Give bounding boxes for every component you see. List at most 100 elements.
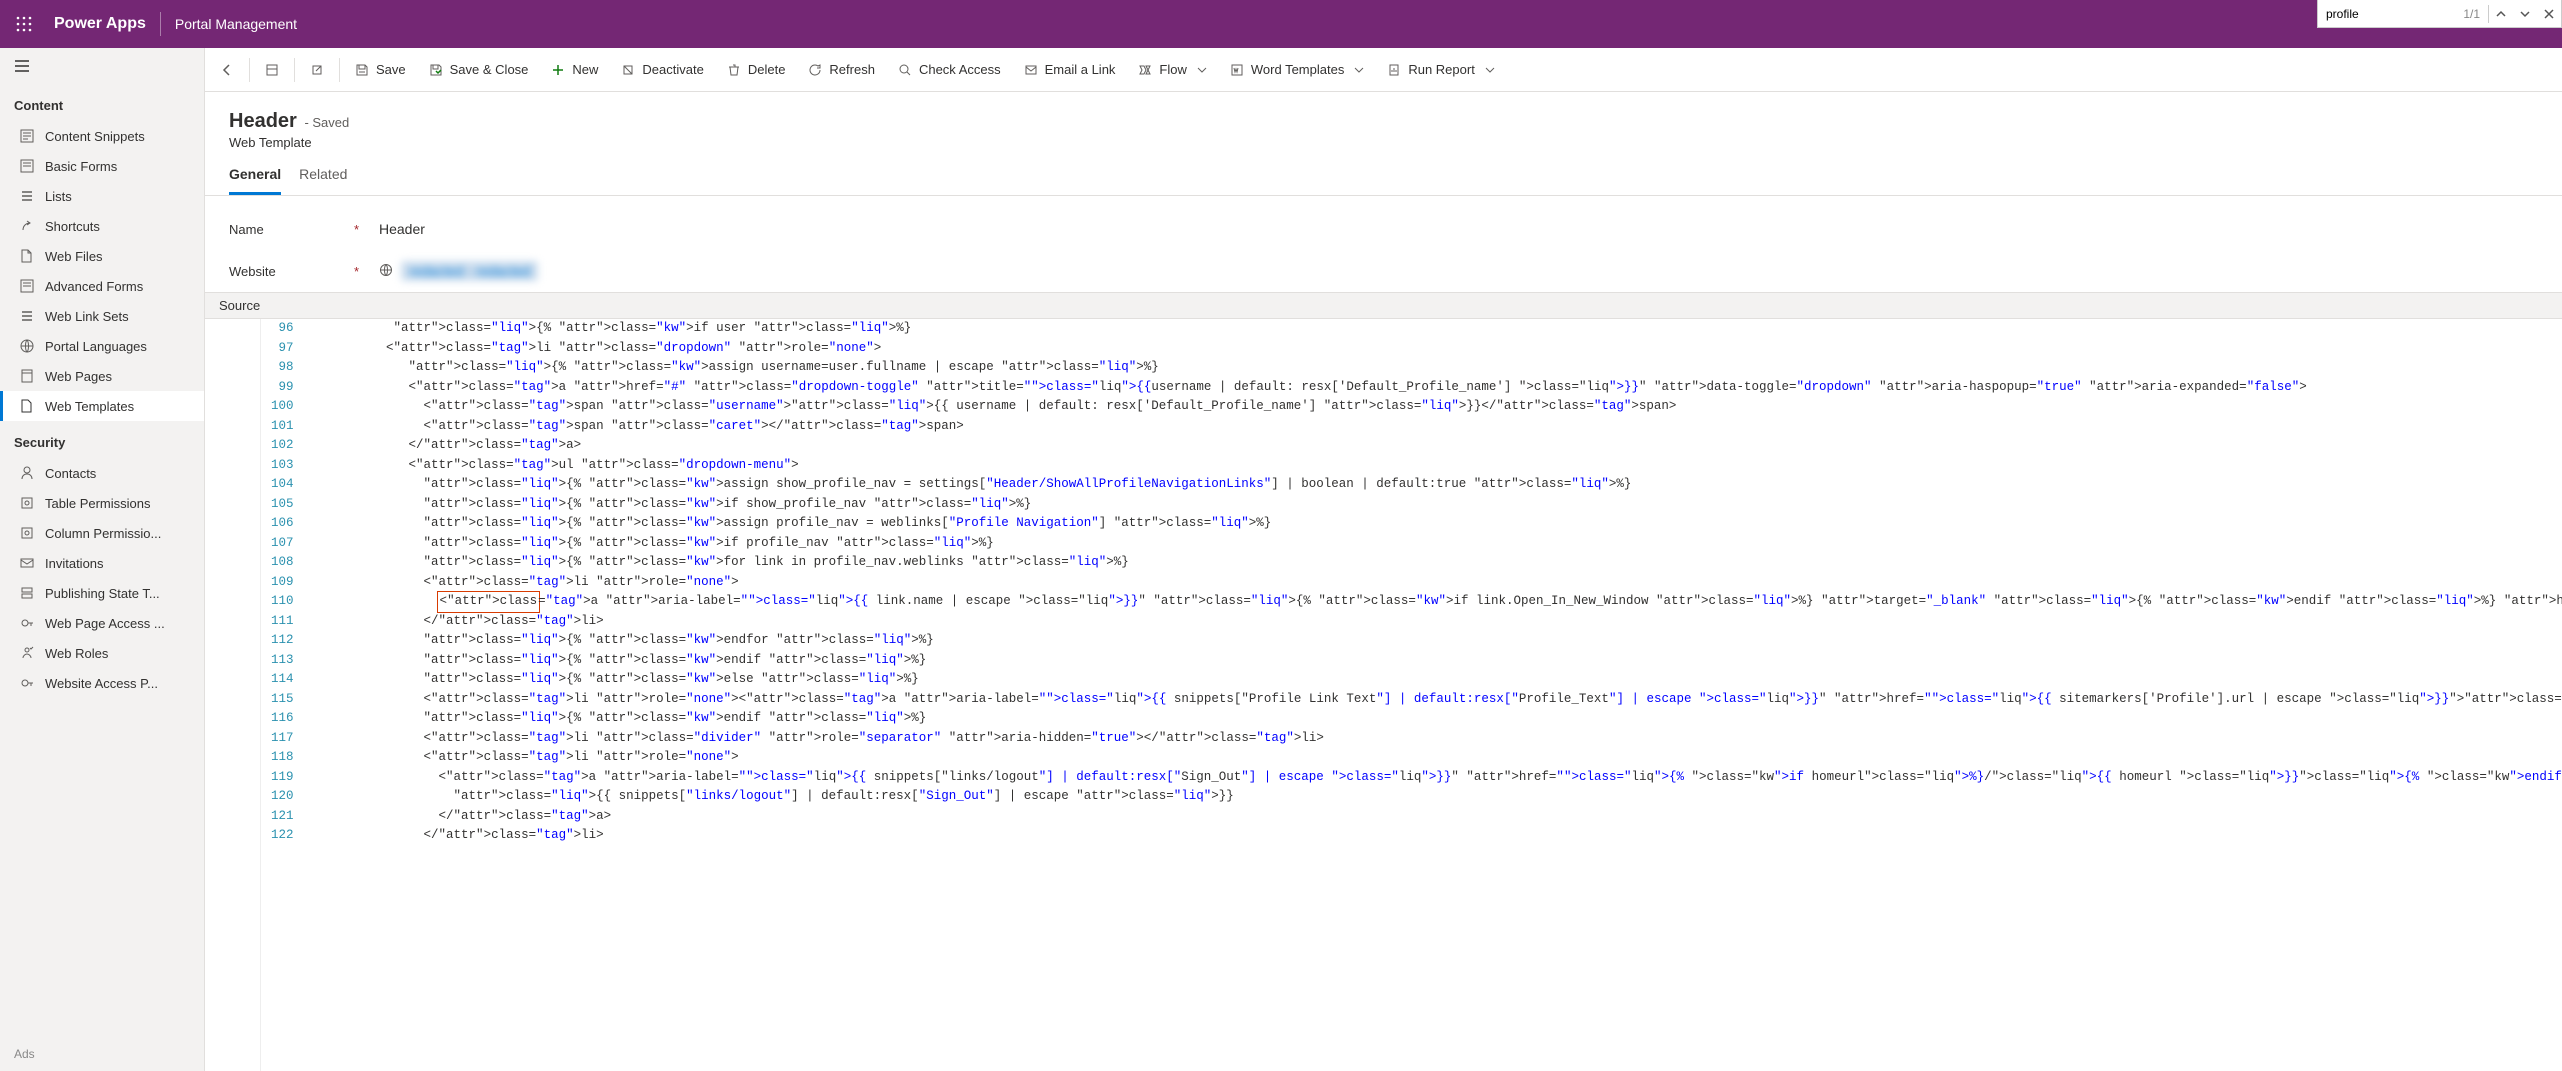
field-website: Website* redacted - redacted [205,250,2562,292]
tab-general[interactable]: General [229,166,281,195]
check-access-button[interactable]: Check Access [887,54,1011,86]
code-editor[interactable]: 9697989910010110210310410510610710810911… [205,319,2562,1071]
app-area[interactable]: Portal Management [161,16,311,32]
refresh-button[interactable]: Refresh [797,54,885,86]
sidebar-item-website-access-p-[interactable]: Website Access P... [0,668,204,698]
name-input[interactable]: Header [379,221,2538,237]
find-next-icon[interactable] [2513,0,2537,27]
sidebar-item-shortcuts[interactable]: Shortcuts [0,211,204,241]
delete-icon [726,62,742,78]
sidebar-item-label: Table Permissions [45,496,151,511]
sidebar-item-label: Web Templates [45,399,134,414]
sidebar-item-label: Website Access P... [45,676,158,691]
sidebar-item-content-snippets[interactable]: Content Snippets [0,121,204,151]
sidebar-item-lists[interactable]: Lists [0,181,204,211]
sidebar-item-web-files[interactable]: Web Files [0,241,204,271]
back-button[interactable] [209,54,245,86]
plus-icon [550,62,566,78]
tab-related[interactable]: Related [299,166,347,195]
chevron-down-icon [1197,65,1207,75]
sidebar: Content Content Snippets Basic Forms Lists S… [0,48,205,1071]
record-set-icon [264,62,280,78]
find-input[interactable] [2318,0,2448,27]
hamburger-icon[interactable] [14,58,190,74]
find-close-icon[interactable] [2537,0,2561,27]
sidebar-item-label: Basic Forms [45,159,117,174]
find-prev-icon[interactable] [2489,0,2513,27]
run-report-button[interactable]: Run Report [1376,54,1504,86]
perm-icon [19,495,35,511]
sidebar-item-web-page-access-[interactable]: Web Page Access ... [0,608,204,638]
form-icon [19,278,35,294]
chevron-down-icon [1354,65,1364,75]
flow-icon [1137,62,1153,78]
record-header: Header - Saved Web Template [205,92,2562,150]
sidebar-item-table-permissions[interactable]: Table Permissions [0,488,204,518]
tabs: General Related [205,150,2562,196]
word-templates-button[interactable]: Word Templates [1219,54,1374,86]
shortcut-icon [19,218,35,234]
save-button[interactable]: Save [344,54,416,86]
open-record-set-button[interactable] [254,54,290,86]
sidebar-item-invitations[interactable]: Invitations [0,548,204,578]
sidebar-item-label: Web Roles [45,646,108,661]
save-icon [354,62,370,78]
sidebar-item-web-roles[interactable]: Web Roles [0,638,204,668]
new-button[interactable]: New [540,54,608,86]
flow-button[interactable]: Flow [1127,54,1216,86]
globe-icon [19,338,35,354]
sidebar-item-column-permissio-[interactable]: Column Permissio... [0,518,204,548]
line-gutter: 9697989910010110210310410510610710810911… [265,319,304,1071]
record-status: - Saved [304,115,349,130]
refresh-icon [807,62,823,78]
sidebar-item-label: Advanced Forms [45,279,143,294]
sidebar-group-title: Security [0,421,204,458]
popout-button[interactable] [299,54,335,86]
app-header: Power Apps Portal Management 1/1 [0,0,2562,48]
person-icon [19,465,35,481]
delete-button[interactable]: Delete [716,54,796,86]
sidebar-item-web-templates[interactable]: Web Templates [0,391,204,421]
required-indicator: * [354,264,359,279]
email-link-button[interactable]: Email a Link [1013,54,1126,86]
fold-gutter [205,319,261,1071]
sidebar-item-basic-forms[interactable]: Basic Forms [0,151,204,181]
state-icon [19,585,35,601]
sidebar-item-label: Shortcuts [45,219,100,234]
sidebar-item-publishing-state-t-[interactable]: Publishing State T... [0,578,204,608]
name-label: Name [229,222,264,237]
save-close-icon [428,62,444,78]
sidebar-item-label: Content Snippets [45,129,145,144]
sidebar-item-contacts[interactable]: Contacts [0,458,204,488]
popout-icon [309,62,325,78]
file-icon [19,248,35,264]
sidebar-item-label: Web Link Sets [45,309,129,324]
sidebar-item-advanced-forms[interactable]: Advanced Forms [0,271,204,301]
sidebar-item-portal-languages[interactable]: Portal Languages [0,331,204,361]
waffle-icon[interactable] [8,8,40,40]
deactivate-button[interactable]: Deactivate [610,54,713,86]
sidebar-item-label: Portal Languages [45,339,147,354]
save-close-button[interactable]: Save & Close [418,54,539,86]
deactivate-icon [620,62,636,78]
role-icon [19,645,35,661]
sidebar-item-web-link-sets[interactable]: Web Link Sets [0,301,204,331]
globe-icon [379,263,395,279]
sidebar-item-label: Invitations [45,556,104,571]
website-lookup[interactable]: redacted - redacted [379,261,2538,281]
app-title[interactable]: Power Apps [40,15,160,33]
website-value: redacted - redacted [401,261,538,281]
sidebar-item-web-pages[interactable]: Web Pages [0,361,204,391]
sidebar-item-label: Lists [45,189,72,204]
page-icon [19,368,35,384]
word-icon [1229,62,1245,78]
list-icon [19,188,35,204]
code-area[interactable]: "attr">class="liq">{% "attr">class="kw">… [304,319,2562,1071]
main: Save Save & Close New Deactivate Delete … [205,48,2562,1071]
sidebar-item-label: Publishing State T... [45,586,160,601]
sidebar-group-title: Content [0,84,204,121]
sidebar-item-label: Web Pages [45,369,112,384]
source-toolbar-label[interactable]: Source [205,292,2562,319]
sidebar-item-label: Contacts [45,466,96,481]
find-bar: 1/1 [2317,0,2562,28]
